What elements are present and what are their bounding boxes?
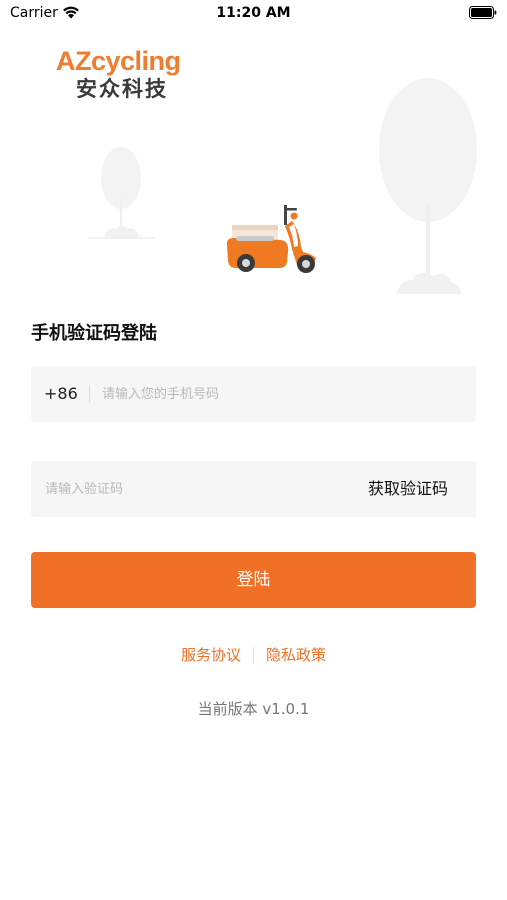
clock: 11:20 AM xyxy=(216,5,291,21)
phone-field: +86 xyxy=(31,366,476,422)
agreement-links: 服务协议 隐私政策 xyxy=(0,641,507,667)
login-button[interactable]: 登陆 xyxy=(31,552,476,608)
tree-icon xyxy=(379,78,477,294)
battery-icon xyxy=(469,6,497,19)
scooter-icon xyxy=(226,205,316,273)
status-bar: Carrier 11:20 AM xyxy=(0,0,507,28)
field-divider xyxy=(89,385,90,403)
privacy-policy-link[interactable]: 隐私政策 xyxy=(266,642,326,668)
country-code[interactable]: +86 xyxy=(44,366,78,422)
verification-code-input[interactable] xyxy=(45,461,335,517)
app-version: 当前版本 v1.0.1 xyxy=(197,700,310,718)
links-divider xyxy=(253,646,254,663)
tree-icon xyxy=(88,147,155,239)
get-code-button[interactable]: 获取验证码 xyxy=(340,461,476,517)
login-title: 手机验证码登陆 xyxy=(31,323,157,344)
verification-code-field: 获取验证码 xyxy=(31,461,476,517)
phone-input[interactable] xyxy=(102,366,462,422)
hero-illustration xyxy=(88,78,477,294)
terms-of-service-link[interactable]: 服务协议 xyxy=(181,642,241,668)
